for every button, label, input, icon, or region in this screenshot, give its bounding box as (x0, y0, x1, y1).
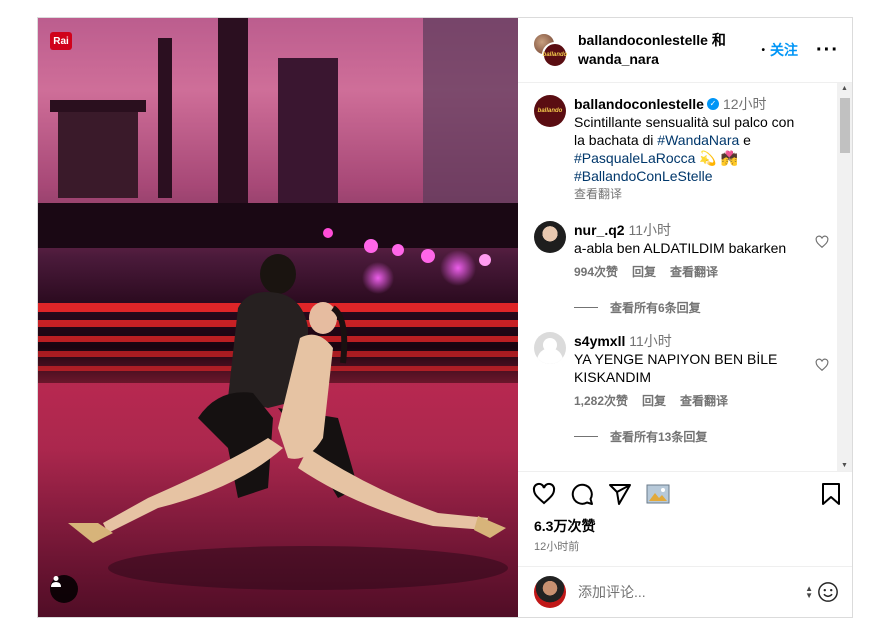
comment-body: nur_.q2 11小时 a-abla ben ALDATILDIM bakar… (574, 221, 829, 281)
caption-body: ballandoconlestelle ✓ 12小时 Scintillante se… (574, 95, 829, 203)
collab-avatars[interactable]: ballando (532, 32, 568, 68)
post-header: ballando ballandoconlestelle 和 wanda_nar… (518, 18, 852, 83)
hashtag-link[interactable]: #PasqualeLaRocca (574, 150, 695, 166)
comment-likes[interactable]: 994次赞 (574, 263, 618, 281)
dance-photo (38, 18, 518, 617)
more-options-icon[interactable]: ··· (816, 39, 839, 62)
image-icon[interactable] (646, 483, 670, 505)
comment-heart-icon[interactable] (815, 358, 829, 372)
verified-icon: ✓ (706, 98, 719, 111)
person-icon (51, 576, 61, 587)
scroll-thumb[interactable] (840, 98, 850, 153)
comments-scrollbar[interactable]: ▲ ▼ (837, 83, 852, 471)
scroll-down-arrow-icon[interactable]: ▼ (841, 462, 848, 469)
translate-link[interactable]: 查看翻译 (680, 392, 728, 410)
post-modal: Rai ballando ballandoconlestelle 和 wanda… (37, 17, 853, 618)
caption-conj: e (743, 132, 751, 148)
owner-username[interactable]: ballandoconlestelle (578, 32, 708, 48)
add-comment-bar: ▲▼ (518, 566, 852, 617)
comment-username[interactable]: s4ymxll (574, 333, 625, 349)
comment-text: YA YENGE NAPIYON BEN BİLE KISKANDIM (574, 351, 778, 385)
comments-section[interactable]: ballando ballandoconlestelle ✓ 12小时 Scinti… (518, 83, 852, 472)
collaborator-username[interactable]: wanda_nara (578, 50, 762, 69)
view-replies-button[interactable]: 查看所有6条回复 (574, 299, 701, 316)
comment-time: 11小时 (629, 333, 672, 349)
comment-icon[interactable] (570, 482, 594, 506)
heart-icon[interactable] (532, 482, 556, 506)
caption-time: 12小时 (722, 96, 767, 112)
dot-separator: • (761, 44, 766, 56)
post-panel: ballando ballandoconlestelle 和 wanda_nar… (518, 18, 852, 617)
comment-text: a-abla ben ALDATILDIM bakarken (574, 240, 787, 256)
emoji-icon[interactable] (817, 581, 839, 603)
comment-avatar[interactable] (534, 332, 566, 364)
view-replies-button[interactable]: 查看所有13条回复 (574, 428, 707, 445)
translate-link[interactable]: 查看翻译 (670, 263, 718, 281)
owner-avatar[interactable]: ballando (542, 42, 568, 68)
caption-text-2: la bachata di (574, 132, 654, 148)
caption-emoji: 💫 💏 (699, 150, 739, 166)
comment-meta: 994次赞 回复 查看翻译 (574, 263, 829, 281)
caption-translate-link[interactable]: 查看翻译 (574, 185, 829, 203)
scroll-up-arrow-icon[interactable]: ▲ (841, 85, 848, 92)
comment-row: nur_.q2 11小时 a-abla ben ALDATILDIM bakar… (534, 221, 829, 281)
input-stepper-icon[interactable]: ▲ ▼ (805, 585, 813, 600)
replies-line (574, 307, 598, 308)
comment-heart-icon[interactable] (815, 235, 829, 249)
rai-logo: Rai (50, 32, 72, 50)
comment-avatar[interactable] (534, 221, 566, 253)
comment-row: s4ymxll 11小时 YA YENGE NAPIYON BEN BİLE K… (534, 332, 829, 410)
hashtag-link[interactable]: #BallandoConLeStelle (574, 168, 713, 184)
comment-username[interactable]: nur_.q2 (574, 222, 625, 238)
likes-count[interactable]: 6.3万次赞 (518, 516, 852, 534)
save-icon[interactable] (821, 482, 841, 506)
connector: 和 (711, 32, 726, 48)
follow-button[interactable]: • 关注 (762, 40, 799, 60)
caption-row: ballando ballandoconlestelle ✓ 12小时 Scinti… (534, 95, 829, 203)
comment-body: s4ymxll 11小时 YA YENGE NAPIYON BEN BİLE K… (574, 332, 829, 410)
user-tag-button[interactable] (50, 575, 78, 603)
comment-meta: 1,282次赞 回复 查看翻译 (574, 392, 829, 410)
share-icon[interactable] (608, 482, 632, 506)
replies-line (574, 436, 598, 437)
post-time[interactable]: 12小时前 (518, 534, 852, 566)
current-user-avatar (534, 576, 566, 608)
caption-avatar[interactable]: ballando (534, 95, 566, 127)
comment-input[interactable] (578, 584, 806, 600)
comment-time: 11小时 (628, 222, 672, 238)
hashtag-link[interactable]: #WandaNara (657, 132, 739, 148)
action-bar (518, 472, 852, 516)
reply-button[interactable]: 回复 (632, 263, 656, 281)
comment-likes[interactable]: 1,282次赞 (574, 392, 628, 410)
post-media[interactable]: Rai (38, 18, 518, 617)
caption-text-1: Scintillante sensualità sul palco con (574, 114, 795, 130)
header-usernames: ballandoconlestelle 和 wanda_nara (578, 31, 762, 69)
caption-username[interactable]: ballandoconlestelle (574, 96, 704, 112)
reply-button[interactable]: 回复 (642, 392, 666, 410)
